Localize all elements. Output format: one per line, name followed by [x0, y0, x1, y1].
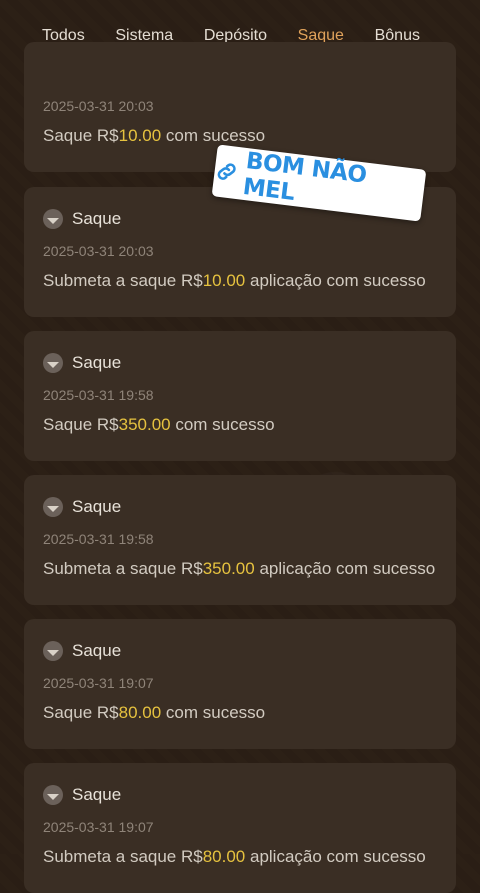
chevron-down-icon[interactable]	[43, 641, 63, 661]
chevron-down-icon[interactable]	[43, 209, 63, 229]
message-prefix: Submeta a saque R$	[43, 271, 203, 290]
message-header: Saque	[43, 641, 121, 661]
message-prefix: Saque R$	[43, 126, 119, 145]
message-suffix: aplicação com sucesso	[245, 847, 426, 866]
message-header: Saque	[43, 353, 121, 373]
message-text: Submeta a saque R$10.00 aplicação com su…	[43, 271, 437, 291]
message-suffix: com sucesso	[170, 415, 275, 434]
message-suffix: com sucesso	[161, 126, 266, 145]
message-text: Submeta a saque R$350.00 aplicação com s…	[43, 559, 437, 579]
message-text: Saque R$350.00 com sucesso	[43, 415, 437, 435]
message-card[interactable]: Saque 2025-03-31 19:58 Submeta a saque R…	[24, 475, 456, 605]
message-date: 2025-03-31 20:03	[43, 243, 154, 259]
message-title: Saque	[72, 497, 122, 516]
message-text: Saque R$10.00 com sucesso	[43, 126, 437, 146]
message-card[interactable]: Saque 2025-03-31 19:58 Saque R$350.00 co…	[24, 331, 456, 461]
message-card[interactable]: Saque 2025-03-31 19:07 Saque R$80.00 com…	[24, 619, 456, 749]
message-title: Saque	[72, 353, 122, 372]
message-header: Saque	[43, 785, 121, 805]
message-title: Saque	[72, 209, 122, 228]
message-amount: 80.00	[202, 847, 246, 866]
message-header: Saque	[43, 497, 121, 517]
message-date: 2025-03-31 19:07	[43, 819, 154, 835]
message-title: Saque	[72, 641, 122, 660]
message-amount: 350.00	[202, 559, 255, 578]
message-header: Saque	[43, 209, 121, 229]
message-suffix: com sucesso	[161, 703, 266, 722]
message-prefix: Saque R$	[43, 703, 119, 722]
message-amount: 80.00	[118, 703, 162, 722]
message-prefix: Submeta a saque R$	[43, 559, 203, 578]
message-date: 2025-03-31 19:07	[43, 675, 154, 691]
message-text: Saque R$80.00 com sucesso	[43, 703, 437, 723]
message-title: Saque	[72, 785, 122, 804]
message-prefix: Submeta a saque R$	[43, 847, 203, 866]
message-suffix: aplicação com sucesso	[245, 271, 426, 290]
message-date: 2025-03-31 19:58	[43, 387, 154, 403]
message-amount: 10.00	[118, 126, 162, 145]
message-amount: 10.00	[202, 271, 246, 290]
link-icon	[217, 163, 236, 180]
message-date: 2025-03-31 20:03	[43, 98, 154, 114]
message-prefix: Saque R$	[43, 415, 119, 434]
message-text: Submeta a saque R$80.00 aplicação com su…	[43, 847, 437, 867]
chevron-down-icon[interactable]	[43, 497, 63, 517]
message-amount: 350.00	[118, 415, 171, 434]
message-date: 2025-03-31 19:58	[43, 531, 154, 547]
chevron-down-icon[interactable]	[43, 785, 63, 805]
chevron-down-icon[interactable]	[43, 353, 63, 373]
message-suffix: aplicação com sucesso	[254, 559, 436, 578]
message-card[interactable]: Saque 2025-03-31 19:07 Submeta a saque R…	[24, 763, 456, 893]
